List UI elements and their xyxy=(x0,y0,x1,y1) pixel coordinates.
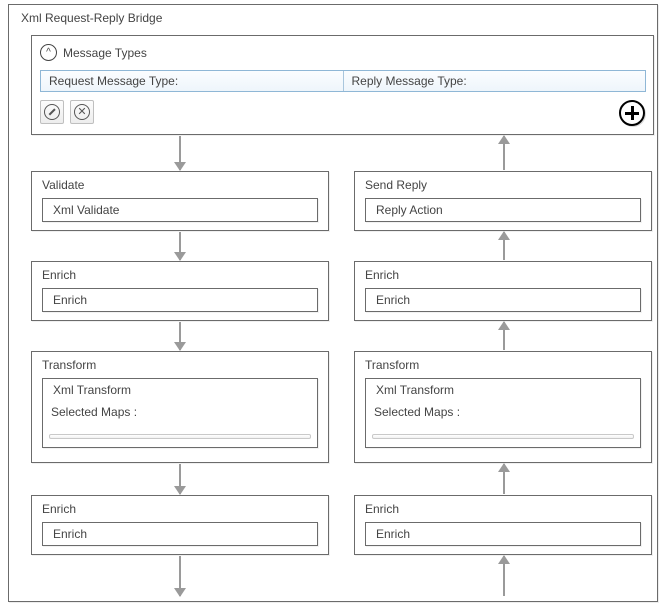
transform-inner-label: Xml Transform xyxy=(376,383,454,397)
arrow-down-icon xyxy=(179,322,181,350)
bridge-container: Xml Request-Reply Bridge ^ Message Types… xyxy=(8,4,658,602)
stage-inner[interactable]: Enrich xyxy=(365,522,641,546)
add-button[interactable] xyxy=(619,100,645,126)
message-types-header[interactable]: ^ Message Types xyxy=(40,44,147,61)
selected-maps-label: Selected Maps : xyxy=(51,405,137,419)
stage-inner[interactable]: Reply Action xyxy=(365,198,641,222)
stage-inner[interactable]: Enrich xyxy=(365,288,641,312)
stage-inner[interactable]: Xml Validate xyxy=(42,198,318,222)
arrow-up-icon xyxy=(503,464,505,494)
message-types-row[interactable]: Request Message Type: Reply Message Type… xyxy=(40,70,646,92)
arrow-down-icon xyxy=(179,464,181,494)
stage-inner[interactable]: Xml Transform Selected Maps : xyxy=(365,378,641,448)
edit-button[interactable] xyxy=(40,100,64,124)
stage-send-reply[interactable]: Send Reply Reply Action xyxy=(354,171,652,231)
stage-title: Transform xyxy=(355,352,651,376)
stage-inner[interactable]: Enrich xyxy=(42,522,318,546)
arrow-up-icon xyxy=(503,322,505,350)
stage-inner[interactable]: Enrich xyxy=(42,288,318,312)
stage-title: Transform xyxy=(32,352,328,376)
arrow-down-icon xyxy=(179,232,181,260)
stage-enrich-left-1[interactable]: Enrich Enrich xyxy=(31,261,329,321)
arrow-down-icon xyxy=(179,136,181,170)
stage-title: Validate xyxy=(32,172,328,196)
arrow-up-icon xyxy=(503,232,505,260)
bridge-title: Xml Request-Reply Bridge xyxy=(21,11,162,25)
transform-inner-label: Xml Transform xyxy=(53,383,131,397)
pencil-icon xyxy=(44,104,60,120)
stage-title: Enrich xyxy=(355,262,651,286)
arrow-up-icon xyxy=(503,556,505,596)
reply-message-type-label: Reply Message Type: xyxy=(343,71,646,91)
stage-title: Enrich xyxy=(355,496,651,520)
stage-title: Enrich xyxy=(32,262,328,286)
stage-transform-left[interactable]: Transform Xml Transform Selected Maps : xyxy=(31,351,329,463)
collapse-icon[interactable]: ^ xyxy=(40,44,57,61)
selected-maps-bar xyxy=(372,434,634,439)
stage-title: Send Reply xyxy=(355,172,651,196)
stage-enrich-right-2[interactable]: Enrich Enrich xyxy=(354,495,652,555)
arrow-down-icon xyxy=(179,556,181,596)
diagram-canvas: Xml Request-Reply Bridge ^ Message Types… xyxy=(0,0,666,610)
stage-validate[interactable]: Validate Xml Validate xyxy=(31,171,329,231)
stage-inner[interactable]: Xml Transform Selected Maps : xyxy=(42,378,318,448)
request-message-type-label: Request Message Type: xyxy=(41,71,343,91)
arrow-up-icon xyxy=(503,136,505,170)
close-icon: ✕ xyxy=(74,104,90,120)
message-types-toolbar: ✕ xyxy=(40,100,94,124)
selected-maps-bar xyxy=(49,434,311,439)
message-types-title: Message Types xyxy=(63,46,147,60)
stage-enrich-left-2[interactable]: Enrich Enrich xyxy=(31,495,329,555)
stage-title: Enrich xyxy=(32,496,328,520)
delete-button[interactable]: ✕ xyxy=(70,100,94,124)
selected-maps-label: Selected Maps : xyxy=(374,405,460,419)
stage-enrich-right-1[interactable]: Enrich Enrich xyxy=(354,261,652,321)
stage-transform-right[interactable]: Transform Xml Transform Selected Maps : xyxy=(354,351,652,463)
message-types-panel: ^ Message Types Request Message Type: Re… xyxy=(31,35,654,135)
